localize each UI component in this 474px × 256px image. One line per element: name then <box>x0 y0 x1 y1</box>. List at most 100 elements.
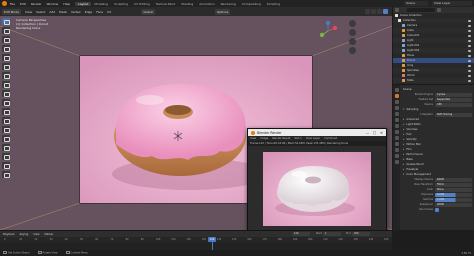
physics-tab-icon[interactable] <box>394 142 399 146</box>
sequencer-dropdown[interactable]: sRGB <box>435 202 472 207</box>
particles-tab-icon[interactable] <box>394 136 399 140</box>
gamma-slider[interactable]: 1.000 <box>435 197 472 202</box>
solid-shading-icon[interactable] <box>371 9 376 14</box>
rw-render-result[interactable]: Render Result <box>272 137 290 140</box>
device-dropdown[interactable]: CPU <box>435 102 472 107</box>
visibility-eye-icon[interactable] <box>468 39 471 42</box>
playhead[interactable]: 120 <box>208 237 216 242</box>
uv-menu[interactable]: UV <box>107 10 111 14</box>
zoom-icon[interactable] <box>349 20 356 27</box>
constraints-tab-icon[interactable] <box>394 148 399 152</box>
tab-scripting[interactable]: Scripting <box>264 2 283 6</box>
annotate-icon[interactable] <box>2 63 10 70</box>
tab-animation[interactable]: Animation <box>196 2 217 6</box>
blender-logo-icon[interactable] <box>2 1 7 6</box>
visibility-eye-icon[interactable] <box>468 24 471 27</box>
visibility-eye-icon[interactable] <box>468 69 471 72</box>
filter-icon[interactable] <box>437 8 441 12</box>
navigation-gizmo[interactable] <box>317 20 339 42</box>
modifier-tab-icon[interactable] <box>394 130 399 134</box>
current-frame-field[interactable]: 120 <box>292 232 310 236</box>
rendered-shading-icon[interactable] <box>383 9 388 14</box>
visibility-eye-icon[interactable] <box>468 29 471 32</box>
timeline-view-menu[interactable]: View <box>33 233 39 236</box>
visibility-eye-icon[interactable] <box>468 59 471 62</box>
view-menu[interactable]: View <box>25 10 32 14</box>
smooth-icon[interactable] <box>2 144 10 151</box>
knife-icon[interactable] <box>2 117 10 124</box>
mesh-menu[interactable]: Mesh <box>59 10 67 14</box>
wireframe-shading-icon[interactable] <box>365 9 370 14</box>
orientation-dropdown[interactable]: Global <box>141 8 155 15</box>
render-window[interactable]: Blender Render — □ ✕ View Image Render R… <box>247 128 387 232</box>
menu-edit[interactable]: Edit <box>20 2 26 6</box>
tab-rendering[interactable]: Rendering <box>218 2 239 6</box>
scene-tab-icon[interactable] <box>394 112 399 116</box>
visibility-eye-icon[interactable] <box>468 54 471 57</box>
rw-menu-view[interactable]: View <box>250 137 256 140</box>
tab-modeling[interactable]: Modeling <box>91 2 111 6</box>
output-tab-icon[interactable] <box>394 100 399 104</box>
scale-icon[interactable] <box>2 45 10 52</box>
world-tab-icon[interactable] <box>394 118 399 122</box>
display-device-dropdown[interactable]: sRGB <box>435 177 472 182</box>
visibility-eye-icon[interactable] <box>468 19 471 22</box>
rotate-icon[interactable] <box>2 36 10 43</box>
render-engine-dropdown[interactable]: Cycles <box>435 92 472 97</box>
edge-menu[interactable]: Edge <box>85 10 93 14</box>
minimize-button[interactable]: — <box>364 131 371 135</box>
menu-help[interactable]: Help <box>63 2 70 6</box>
start-frame-field[interactable]: 1 <box>323 232 341 236</box>
tab-layout[interactable]: Layout <box>75 1 92 6</box>
integrator-dropdown[interactable]: Path Tracing <box>435 112 472 117</box>
data-tab-icon[interactable] <box>394 154 399 158</box>
z-axis-icon[interactable] <box>325 20 331 26</box>
visibility-eye-icon[interactable] <box>468 44 471 47</box>
maximize-button[interactable]: □ <box>371 131 378 135</box>
y-axis-icon[interactable] <box>319 32 325 38</box>
view-transform-dropdown[interactable]: Filmic <box>435 182 472 187</box>
tab-uv-editing[interactable]: UV Editing <box>131 2 153 6</box>
rw-slot[interactable]: Slot 1 <box>294 137 301 140</box>
material-tab-icon[interactable] <box>394 160 399 164</box>
outliner-search-input[interactable] <box>407 8 435 12</box>
rw-pass[interactable]: Combined <box>324 137 337 140</box>
menu-render[interactable]: Render <box>31 2 42 6</box>
move-icon[interactable] <box>2 27 10 34</box>
tab-shading[interactable]: Shading <box>178 2 196 6</box>
timeline-track[interactable] <box>0 243 392 250</box>
tab-texture-paint[interactable]: Texture Paint <box>153 2 178 6</box>
feature-set-dropdown[interactable]: Supported <box>435 97 472 102</box>
close-button[interactable]: ✕ <box>378 131 385 135</box>
options-dropdown[interactable]: Options <box>214 8 231 15</box>
view-layer-tab-icon[interactable] <box>394 106 399 110</box>
view-layer-selector[interactable]: View Layer <box>432 1 472 6</box>
mode-dropdown[interactable]: Edit Mode <box>2 8 21 15</box>
add-menu[interactable]: Add <box>49 10 55 14</box>
rw-view-layer[interactable]: View Layer <box>306 137 320 140</box>
camera-view-icon[interactable] <box>349 38 356 45</box>
perspective-toggle-icon[interactable] <box>349 47 356 54</box>
keying-menu[interactable]: Keying <box>20 233 29 236</box>
visibility-eye-icon[interactable] <box>468 49 471 52</box>
cursor-icon[interactable] <box>2 18 10 25</box>
object-tab-icon[interactable] <box>394 124 399 128</box>
loopcut-icon[interactable] <box>2 108 10 115</box>
visibility-eye-icon[interactable] <box>468 74 471 77</box>
visibility-eye-icon[interactable] <box>468 79 471 82</box>
tab-sculpting[interactable]: Sculpting <box>111 2 131 6</box>
select-menu[interactable]: Select <box>36 10 45 14</box>
rw-menu-image[interactable]: Image <box>260 137 268 140</box>
polybuild-icon[interactable] <box>2 126 10 133</box>
menu-window[interactable]: Window <box>47 2 59 6</box>
extrude-icon[interactable] <box>2 81 10 88</box>
bevel-icon[interactable] <box>2 99 10 106</box>
shrink-icon[interactable] <box>2 153 10 160</box>
transform-icon[interactable] <box>2 54 10 61</box>
look-dropdown[interactable]: None <box>435 187 472 192</box>
visibility-eye-icon[interactable] <box>468 34 471 37</box>
face-menu[interactable]: Face <box>96 10 103 14</box>
spin-icon[interactable] <box>2 135 10 142</box>
use-curves-checkbox[interactable] <box>435 207 439 212</box>
menu-file[interactable]: File <box>10 2 15 6</box>
